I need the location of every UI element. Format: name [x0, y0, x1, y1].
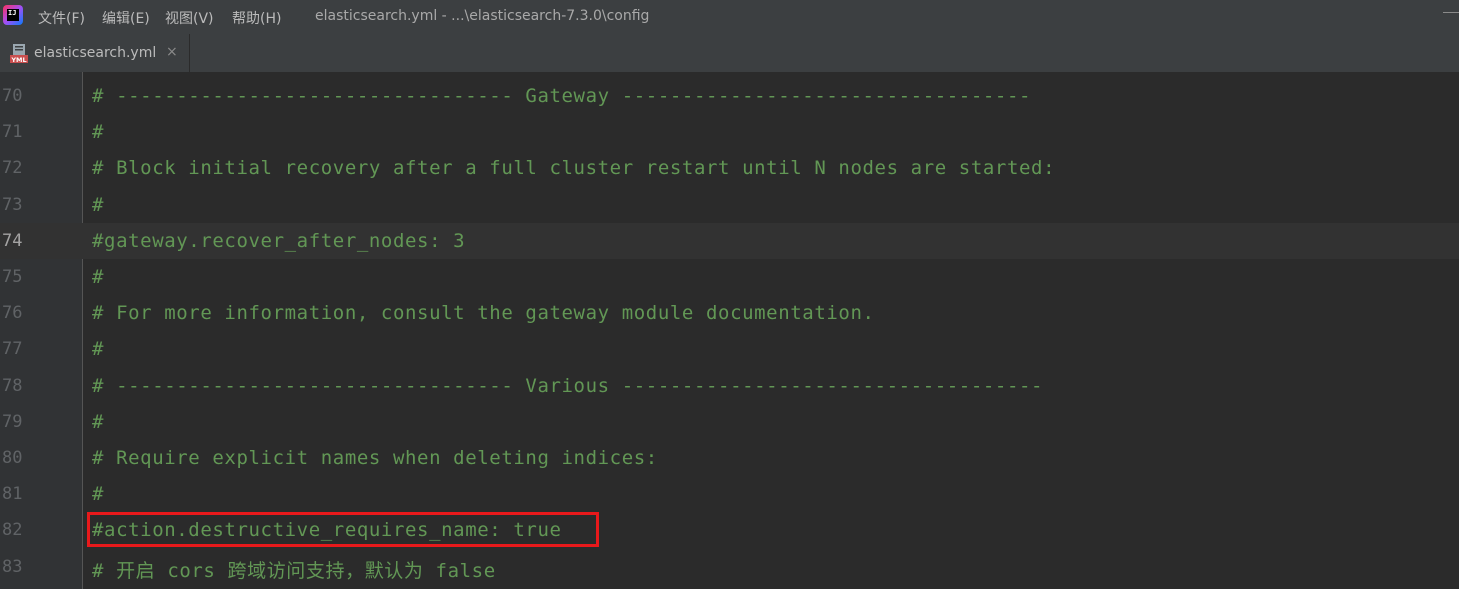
code-text[interactable]: #	[92, 411, 104, 433]
line-number: 83	[2, 556, 23, 577]
tab-label: elasticsearch.yml	[34, 45, 157, 61]
line-number: 72	[2, 158, 23, 179]
code-line[interactable]: 72 # Block initial recovery after a full …	[0, 150, 1459, 186]
code-text[interactable]: #gateway.recover_after_nodes: 3	[92, 230, 465, 252]
close-icon[interactable]: ×	[166, 44, 178, 60]
code-line[interactable]: 76 # For more information, consult the ga…	[0, 295, 1459, 331]
code-text[interactable]: # For more information, consult the gate…	[92, 302, 875, 324]
code-text[interactable]: # --------------------------------- Gate…	[92, 85, 1031, 107]
line-number: 82	[2, 520, 23, 541]
tab-elasticsearch-yml[interactable]: YML elasticsearch.yml ×	[0, 34, 190, 72]
code-line[interactable]: 79 #	[0, 404, 1459, 440]
yml-file-icon: YML	[10, 44, 28, 64]
highlight-annotation	[87, 512, 599, 547]
code-line[interactable]: 80 # Require explicit names when deleting…	[0, 440, 1459, 476]
code-line[interactable]: 71 #	[0, 114, 1459, 150]
code-text[interactable]: #	[92, 266, 104, 288]
code-line[interactable]: 81 #	[0, 476, 1459, 512]
line-number: 74	[2, 230, 23, 251]
code-text[interactable]: #	[92, 121, 104, 143]
menu-file[interactable]: 文件(F)	[38, 8, 85, 28]
title-bar: IJ 文件(F) 编辑(E) 视图(V) 帮助(H) elasticsearch…	[0, 0, 1459, 34]
code-line[interactable]: 75 #	[0, 259, 1459, 295]
menu-view[interactable]: 视图(V)	[165, 8, 214, 28]
line-number: 77	[2, 339, 23, 360]
yml-badge: YML	[10, 56, 26, 64]
line-number: 81	[2, 484, 23, 505]
code-line[interactable]: 74 #gateway.recover_after_nodes: 3	[0, 222, 1459, 259]
line-number: 73	[2, 194, 23, 215]
code-text[interactable]: #	[92, 338, 104, 360]
code-text[interactable]: # 开启 cors 跨域访问支持，默认为 false	[92, 556, 496, 583]
line-number: 75	[2, 267, 23, 287]
code-text[interactable]: #	[92, 194, 104, 216]
code-text[interactable]: # Block initial recovery after a full cl…	[92, 157, 1055, 179]
line-number: 76	[2, 303, 23, 324]
minimize-icon[interactable]	[1443, 12, 1459, 13]
code-text[interactable]: #	[92, 483, 104, 505]
code-text[interactable]: # Require explicit names when deleting i…	[92, 447, 658, 469]
menu-edit[interactable]: 编辑(E)	[102, 8, 150, 28]
line-number: 71	[2, 122, 23, 143]
editor-tab-bar: YML elasticsearch.yml ×	[0, 34, 1459, 73]
code-line[interactable]: 73 #	[0, 187, 1459, 223]
code-line[interactable]: 78 # --------------------------------- Va…	[0, 368, 1459, 404]
code-line[interactable]: 77 #	[0, 331, 1459, 367]
intellij-logo-icon[interactable]: IJ	[3, 5, 23, 25]
line-number: 78	[2, 375, 23, 396]
line-number: 79	[2, 411, 23, 432]
code-line[interactable]: 70 # --------------------------------- Ga…	[0, 78, 1459, 114]
window-title: elasticsearch.yml - ...\elasticsearch-7.…	[315, 8, 650, 24]
menu-help[interactable]: 帮助(H)	[232, 8, 281, 28]
code-line[interactable]: 83 # 开启 cors 跨域访问支持，默认为 false	[0, 549, 1459, 585]
line-number: 80	[2, 448, 23, 468]
line-number: 70	[2, 86, 23, 106]
code-text[interactable]: # --------------------------------- Vari…	[92, 375, 1043, 397]
